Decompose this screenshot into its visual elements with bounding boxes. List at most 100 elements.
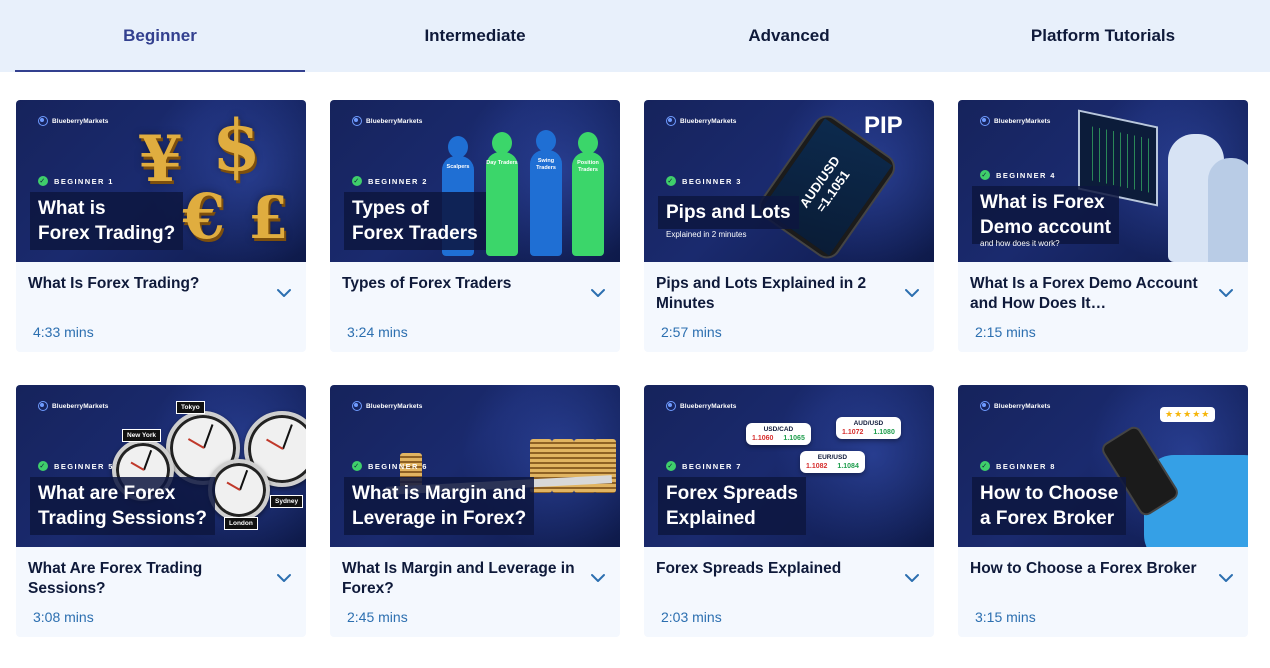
quote-ask: 1.1084 [837,463,859,470]
tab-intermediate[interactable]: Intermediate [330,0,620,72]
brand-name: BlueberryMarkets [52,402,109,410]
thumbnail-title: What is Forex Demo account [972,186,1119,244]
trader-type-label: Position Traders [577,160,599,173]
coin-stack [594,439,616,493]
city-label: London [224,517,258,530]
blueberry-logo-icon [666,401,676,411]
video-thumbnail[interactable]: ★★★★★ BlueberryMarkets ✓ BEGINNER 8 How to C… [958,385,1248,547]
tab-beginner[interactable]: Beginner [15,0,305,72]
thumbnail-subtitle: Explained in 2 minutes [666,230,747,239]
video-title: What Is Margin and Leverage in Forex? [342,560,575,597]
chevron-down-icon[interactable] [904,571,920,583]
tab-advanced[interactable]: Advanced [644,0,934,72]
video-thumbnail[interactable]: Tokyo New York Sydney London BlueberryMarket… [16,385,306,547]
chevron-down-icon[interactable] [1218,571,1234,583]
brand-name: BlueberryMarkets [366,117,423,125]
video-card[interactable]: BlueberryMarkets ✓ BEGINNER 6 What is Margi… [330,385,620,637]
thumbnail-title: How to Choose a Forex Broker [972,477,1127,535]
currency-quote-card: USD/CAD 1.1060 1.1065 [746,423,811,445]
chevron-down-icon[interactable] [904,286,920,298]
level-label: BEGINNER 3 [682,176,742,186]
chevron-down-icon[interactable] [276,286,292,298]
blueberry-logo-icon [980,401,990,411]
blueberry-logo-icon [38,116,48,126]
video-card[interactable]: Scalpers Day Traders Swing Traders Position… [330,100,620,352]
quote-bid: 1.1072 [842,429,864,436]
level-label: BEGINNER 7 [682,461,742,471]
city-label: New York [122,429,162,442]
level-label: BEGINNER 6 [368,461,428,471]
brand-name: BlueberryMarkets [994,117,1051,125]
blueberry-logo-icon [38,401,48,411]
video-card[interactable]: BlueberryMarkets ✓ BEGINNER 4 What is Forex… [958,100,1248,352]
check-circle-icon: ✓ [666,176,676,186]
video-thumbnail[interactable]: BlueberryMarkets ✓ BEGINNER 4 What is Forex… [958,100,1248,262]
figure-head [448,136,468,158]
level-label: BEGINNER 8 [996,461,1056,471]
video-thumbnail[interactable]: USD/CAD 1.1060 1.1065 AUD/USD 1.1072 1.1080 EU… [644,385,934,547]
figure-head [536,130,556,152]
level-badge: ✓ BEGINNER 2 [352,176,428,186]
trader-figure: Day Traders [486,132,518,256]
video-card[interactable]: PIP AUD/USD =1.1051 BlueberryMarkets ✓ BEGIN… [644,100,934,352]
chevron-down-icon[interactable] [276,571,292,583]
video-card[interactable]: ★★★★★ BlueberryMarkets ✓ BEGINNER 8 How to C… [958,385,1248,637]
chevron-down-icon[interactable] [590,286,606,298]
video-title: What Are Forex Trading Sessions? [28,560,203,597]
brand-name: BlueberryMarkets [680,117,737,125]
video-thumbnail[interactable]: PIP AUD/USD =1.1051 BlueberryMarkets ✓ BEGIN… [644,100,934,262]
level-badge: ✓ BEGINNER 1 [38,176,114,186]
quote-pair: USD/CAD [763,426,794,433]
brand-name: BlueberryMarkets [366,402,423,410]
brand-logo: BlueberryMarkets [666,116,737,126]
video-card[interactable]: USD/CAD 1.1060 1.1065 AUD/USD 1.1072 1.1080 EU… [644,385,934,637]
currency-symbol-icon: € [182,180,226,253]
video-duration: 3:08 mins [33,609,94,625]
brand-name: BlueberryMarkets [994,402,1051,410]
video-card[interactable]: ¥ $ € £ BlueberryMarkets ✓ BEGINNER 1 What is F… [16,100,306,352]
trader-figure: Swing Traders [530,130,562,256]
video-duration: 2:15 mins [975,324,1036,340]
video-title: What Is a Forex Demo Account and How Doe… [970,275,1198,312]
check-circle-icon: ✓ [980,461,990,471]
video-thumbnail[interactable]: ¥ $ € £ BlueberryMarkets ✓ BEGINNER 1 What is F… [16,100,306,262]
tab-platform-tutorials[interactable]: Platform Tutorials [958,0,1248,72]
level-badge: ✓ BEGINNER 5 [38,461,114,471]
chevron-down-icon[interactable] [1218,286,1234,298]
video-title: Forex Spreads Explained [656,560,842,577]
brand-logo: BlueberryMarkets [352,116,423,126]
thumbnail-title: Forex Spreads Explained [658,477,806,535]
thumbnail-title: What is Forex Trading? [30,192,184,250]
level-badge: ✓ BEGINNER 7 [666,461,742,471]
video-duration: 2:03 mins [661,609,722,625]
video-thumbnail[interactable]: BlueberryMarkets ✓ BEGINNER 6 What is Margi… [330,385,620,547]
person-image [1208,158,1248,262]
level-label: BEGINNER 2 [368,176,428,186]
video-duration: 4:33 mins [33,324,94,340]
video-title: How to Choose a Forex Broker [970,560,1197,577]
quote-bid: 1.1060 [752,435,774,442]
city-label: Sydney [270,495,304,508]
trader-type-label: Scalpers [446,164,470,170]
level-label: BEGINNER 5 [54,461,114,471]
quote-ask: 1.1080 [873,429,895,436]
currency-quote-card: AUD/USD 1.1072 1.1080 [836,417,901,439]
check-circle-icon: ✓ [980,170,990,180]
quote-row: 1.1072 1.1080 [842,429,895,436]
quote-bid: 1.1082 [806,463,828,470]
chevron-down-icon[interactable] [590,571,606,583]
video-duration: 2:45 mins [347,609,408,625]
brand-logo: BlueberryMarkets [38,401,109,411]
brand-logo: BlueberryMarkets [980,116,1051,126]
thumbnail-title: What are Forex Trading Sessions? [30,477,215,535]
video-duration: 3:24 mins [347,324,408,340]
video-card[interactable]: Tokyo New York Sydney London BlueberryMarket… [16,385,306,637]
clock-icon [208,459,270,521]
figure-head [578,132,598,154]
brand-name: BlueberryMarkets [680,402,737,410]
video-thumbnail[interactable]: Scalpers Day Traders Swing Traders Position… [330,100,620,262]
level-badge: ✓ BEGINNER 4 [980,170,1056,180]
check-circle-icon: ✓ [38,176,48,186]
video-title: Pips and Lots Explained in 2 Minutes [656,275,867,312]
check-circle-icon: ✓ [352,461,362,471]
